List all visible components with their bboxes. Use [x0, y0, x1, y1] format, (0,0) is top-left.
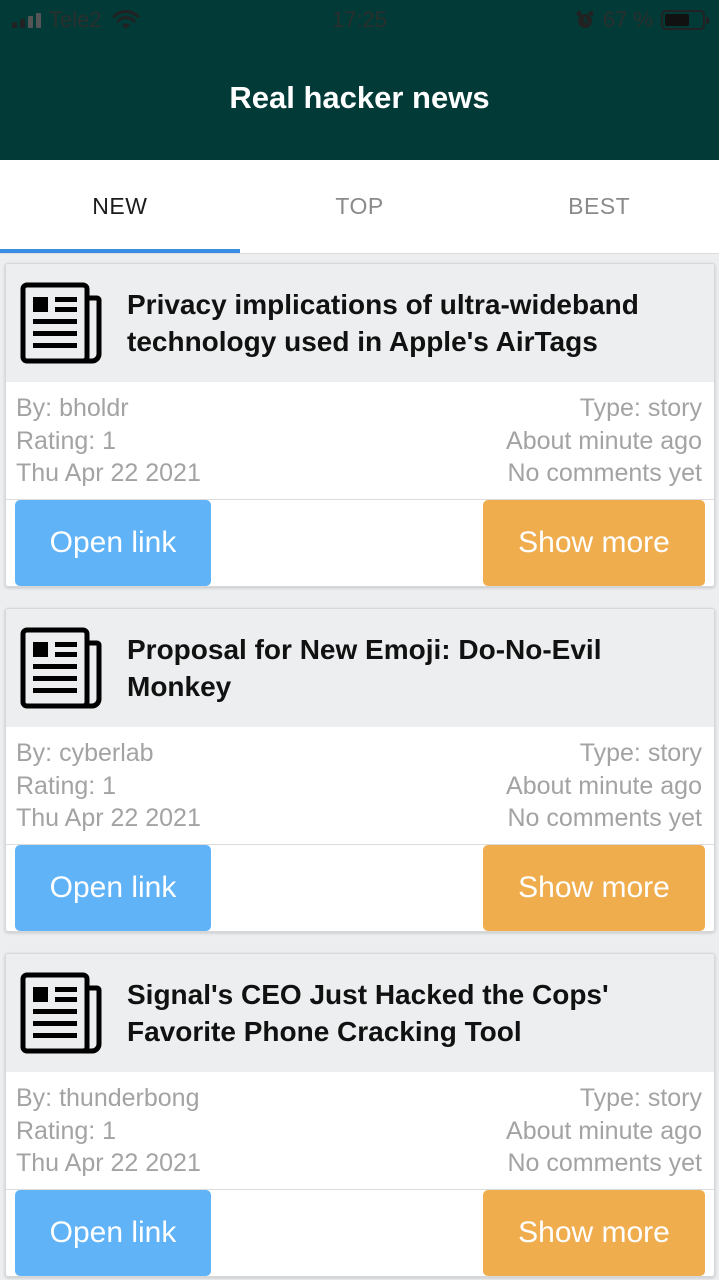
- open-link-button[interactable]: Open link: [15, 500, 211, 586]
- newspaper-icon: [20, 282, 102, 364]
- story-card: Proposal for New Emoji: Do-No-Evil Monke…: [5, 608, 715, 932]
- story-title: Proposal for New Emoji: Do-No-Evil Monke…: [127, 634, 602, 702]
- story-title: Privacy implications of ultra-wideband t…: [127, 289, 639, 357]
- story-date: Thu Apr 22 2021: [16, 804, 201, 832]
- battery-percent: 67 %: [602, 7, 653, 32]
- app-header: Tele2 17:25 67 % Real hacker news: [0, 0, 719, 160]
- story-rating: Rating: 1: [16, 1116, 117, 1145]
- story-type: Type: story: [579, 1084, 702, 1112]
- battery-icon: [661, 10, 709, 30]
- story-type: Type: story: [579, 394, 702, 422]
- newspaper-icon: [20, 627, 102, 709]
- story-time: About minute ago: [506, 771, 702, 800]
- story-meta: By: thunderbong Rating: 1 Thu Apr 22 202…: [6, 1072, 714, 1190]
- open-link-button[interactable]: Open link: [15, 1190, 211, 1276]
- story-author: By: thunderbong: [16, 1084, 200, 1112]
- tab-bar: NEW TOP BEST: [0, 160, 719, 254]
- open-link-button[interactable]: Open link: [15, 845, 211, 931]
- story-date: Thu Apr 22 2021: [16, 459, 201, 487]
- newspaper-icon: [20, 972, 102, 1054]
- story-title: Signal's CEO Just Hacked the Cops' Favor…: [127, 979, 609, 1047]
- status-right: 67 %: [575, 7, 709, 33]
- story-comments: No comments yet: [507, 459, 702, 487]
- story-actions: Open link Show more: [6, 1190, 714, 1276]
- story-comments: No comments yet: [507, 804, 702, 832]
- show-more-button[interactable]: Show more: [483, 1190, 705, 1276]
- alarm-icon: [576, 11, 594, 28]
- story-author: By: cyberlab: [16, 739, 154, 767]
- app-title: Real hacker news: [229, 80, 490, 115]
- tab-new[interactable]: NEW: [0, 160, 240, 253]
- story-comments: No comments yet: [507, 1149, 702, 1177]
- story-time: About minute ago: [506, 1116, 702, 1145]
- show-more-button[interactable]: Show more: [483, 500, 705, 586]
- story-actions: Open link Show more: [6, 500, 714, 586]
- story-time: About minute ago: [506, 426, 702, 455]
- story-header: Signal's CEO Just Hacked the Cops' Favor…: [6, 954, 714, 1072]
- story-type: Type: story: [579, 739, 702, 767]
- story-rating: Rating: 1: [16, 426, 117, 455]
- story-author: By: bholdr: [16, 394, 129, 422]
- story-meta: By: cyberlab Rating: 1 Thu Apr 22 2021 T…: [6, 727, 714, 845]
- status-bar: Tele2 17:25 67 %: [0, 0, 719, 40]
- story-card: Privacy implications of ultra-wideband t…: [5, 263, 715, 587]
- story-list: Privacy implications of ultra-wideband t…: [5, 263, 715, 1280]
- tab-best[interactable]: BEST: [479, 160, 719, 253]
- story-card: Signal's CEO Just Hacked the Cops' Favor…: [5, 953, 715, 1277]
- story-rating: Rating: 1: [16, 771, 117, 800]
- story-actions: Open link Show more: [6, 845, 714, 931]
- show-more-button[interactable]: Show more: [483, 845, 705, 931]
- story-header: Proposal for New Emoji: Do-No-Evil Monke…: [6, 609, 714, 727]
- story-date: Thu Apr 22 2021: [16, 1149, 201, 1177]
- tab-top[interactable]: TOP: [240, 160, 480, 253]
- story-meta: By: bholdr Rating: 1 Thu Apr 22 2021 Typ…: [6, 382, 714, 500]
- story-header: Privacy implications of ultra-wideband t…: [6, 264, 714, 382]
